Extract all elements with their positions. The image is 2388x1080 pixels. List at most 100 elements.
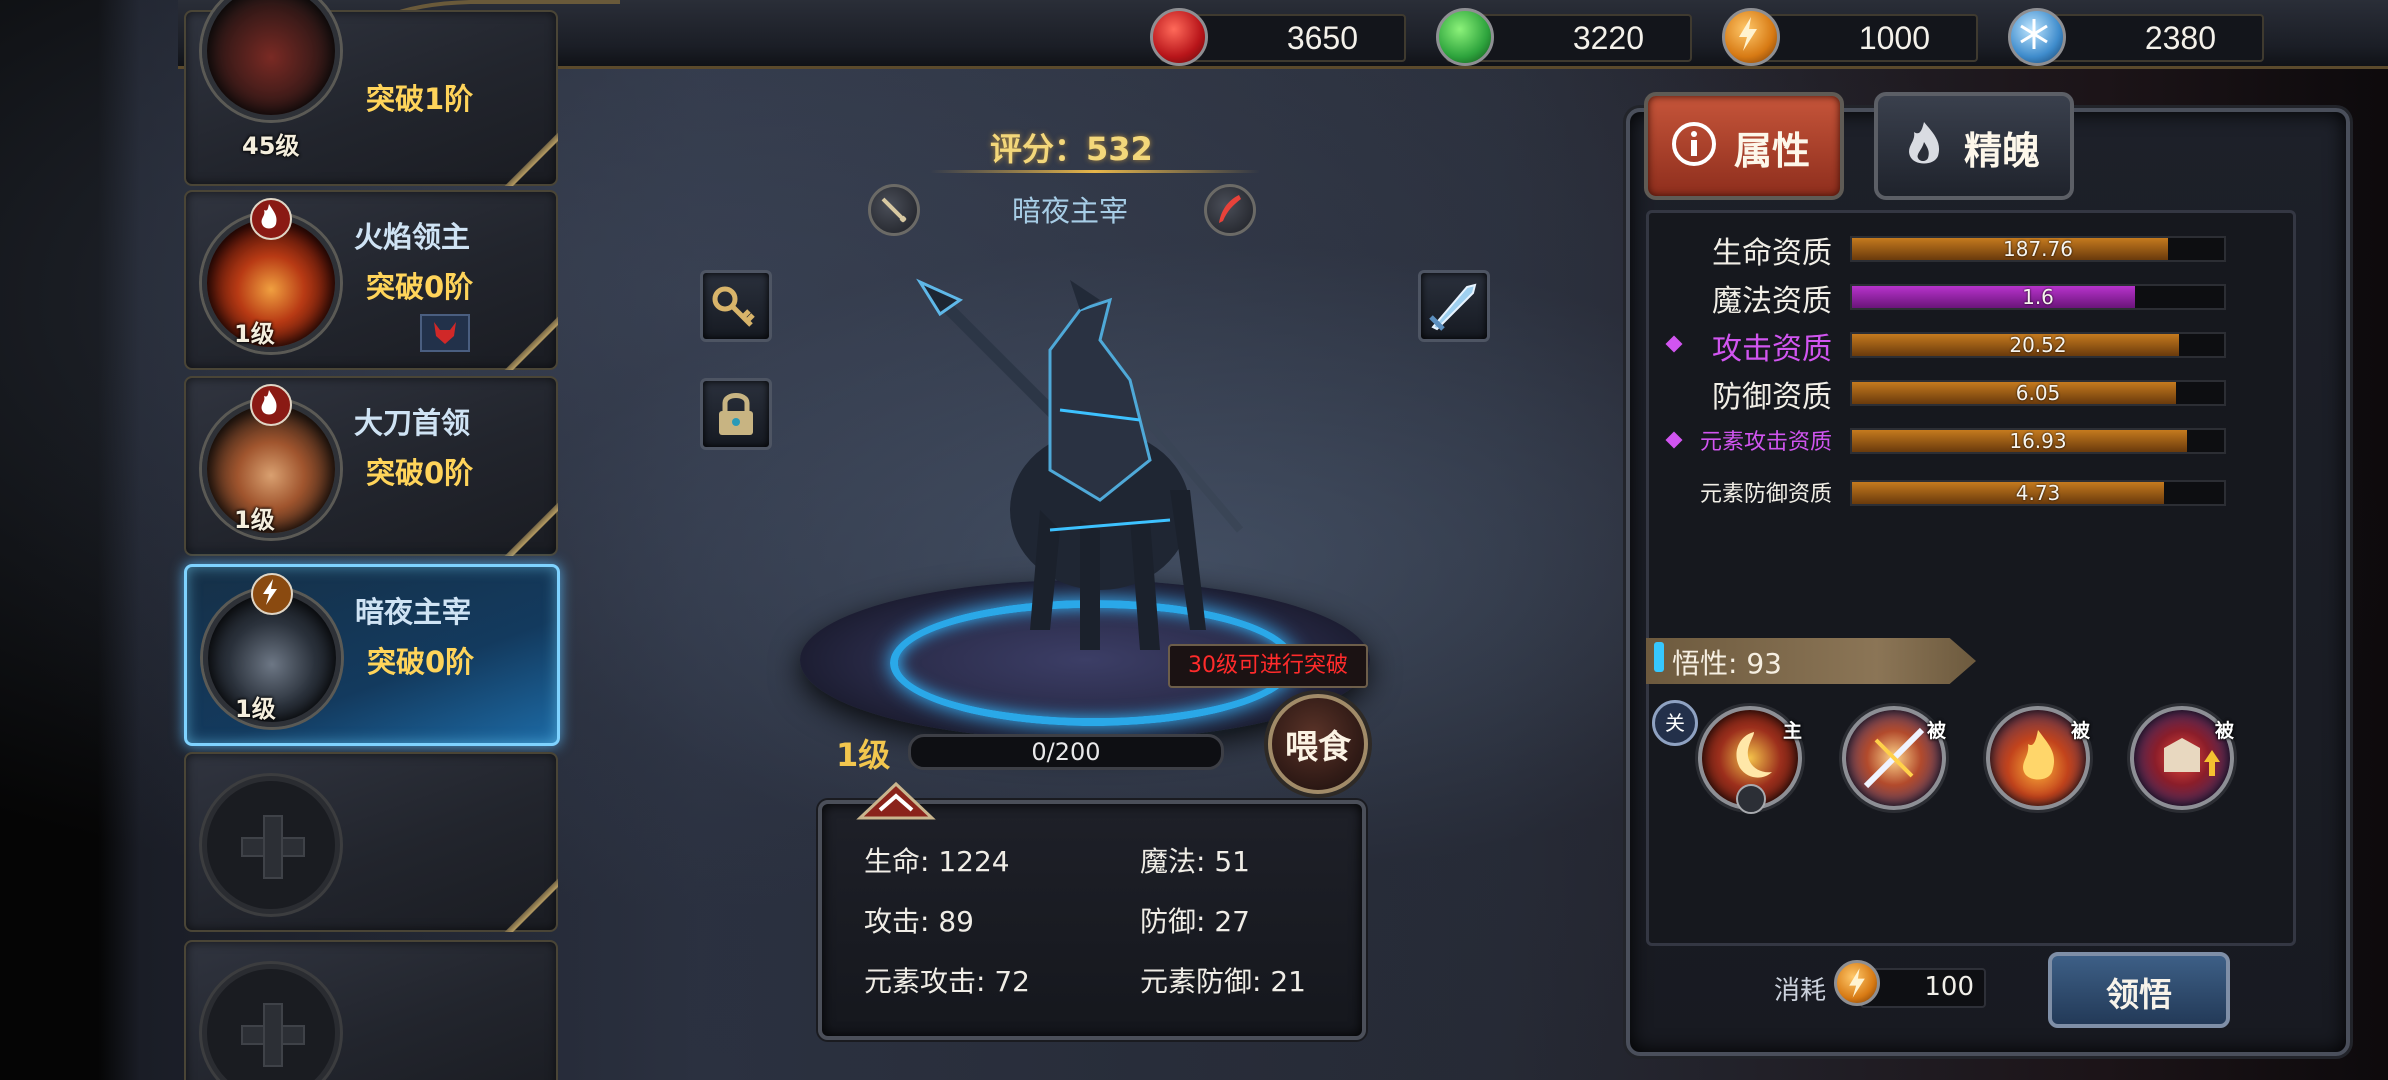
pet-card[interactable]: 突破1阶 45级 — [184, 0, 558, 186]
pet-card-selected[interactable]: 暗夜主宰 突破0阶 1级 — [184, 564, 560, 746]
red-gem-icon — [1150, 8, 1208, 66]
pet-stage: 突破0阶 — [366, 456, 474, 490]
moon-skill-icon[interactable]: 主 — [1698, 706, 1802, 814]
pet-level: 1级 — [234, 320, 275, 348]
red-gem-value: 3650 — [1286, 20, 1358, 56]
info-icon — [1672, 122, 1716, 166]
energy-value: 1000 — [1858, 20, 1930, 56]
comprehend-label: 领悟 — [2106, 975, 2172, 1014]
fire-icon — [250, 384, 292, 426]
pet-level: 1级 — [234, 506, 275, 534]
aptitude-value: 16.93 — [2009, 429, 2067, 453]
pet-level: 45级 — [242, 132, 300, 160]
pet-name-title: 暗夜主宰 — [1012, 194, 1129, 228]
energy-icon — [1722, 8, 1780, 66]
aptitude-value: 20.52 — [2009, 333, 2067, 357]
stat-elem-atk: 元素攻击: 72 — [864, 965, 1030, 998]
aptitude-bar: 187.76 — [1850, 236, 2226, 262]
xp-bar: 0/200 — [908, 734, 1224, 770]
weapon-button[interactable] — [1418, 270, 1490, 342]
tab-soul[interactable]: 精魄 — [1874, 92, 2074, 200]
aptitude-label: 元素攻击资质 — [1699, 430, 1832, 455]
skill-type-tag: 被 — [2214, 720, 2234, 742]
skill-type-tag: 被 — [1926, 720, 1946, 742]
break-requirement-tip: 30级可进行突破 — [1168, 644, 1368, 688]
energy-icon — [1834, 960, 1880, 1006]
ice-crystal-icon — [2008, 8, 2066, 66]
shield-up-skill-icon[interactable]: 被 — [2130, 706, 2234, 810]
pet-stage: 突破0阶 — [367, 645, 475, 679]
add-pet-slot — [202, 776, 340, 914]
skill-toggle-button[interactable]: 关 — [1652, 700, 1698, 746]
aptitude-label: 魔法资质 — [1712, 284, 1832, 319]
score-underline — [930, 170, 1260, 173]
stat-hp: 生命: 1224 — [864, 845, 1010, 878]
card-corner-ornament — [498, 310, 558, 370]
cost-value: 100 — [1924, 972, 1974, 1002]
comprehend-button[interactable]: 领悟 — [2048, 952, 2230, 1028]
pet-model[interactable] — [900, 270, 1280, 690]
aptitude-bar: 4.73 — [1850, 480, 2226, 506]
empty-pet-slot[interactable] — [184, 752, 558, 932]
insight-banner: 悟性: 93 — [1646, 638, 1976, 684]
pet-level-label: 1级 — [836, 736, 891, 774]
cost-label: 消耗 — [1774, 976, 1827, 1006]
lock-button[interactable] — [700, 378, 772, 450]
pet-stage: 突破0阶 — [366, 270, 474, 304]
feed-label: 喂食 — [1285, 727, 1351, 766]
key-button[interactable] — [700, 270, 772, 342]
pet-name: 大刀首领 — [354, 406, 471, 440]
pet-level: 1级 — [235, 695, 276, 723]
pet-stats-panel: 生命: 1224 魔法: 51 攻击: 89 防御: 27 元素攻击: 72 元… — [818, 800, 1366, 1040]
game-screen: 宠物 3650 3220 1000 2380 突破1阶 45级 火焰领主 突破0… — [0, 0, 2388, 1080]
aptitude-label: 攻击资质 — [1712, 332, 1832, 367]
lightning-icon — [251, 573, 293, 615]
aptitude-bar: 1.6 — [1850, 284, 2226, 310]
sword-class-icon — [868, 184, 920, 236]
quill-icon[interactable] — [1204, 184, 1256, 236]
tab-soul-label: 精魄 — [1964, 129, 2041, 173]
pet-card[interactable]: 火焰领主 突破0阶 1级 — [184, 190, 558, 370]
aptitude-label: 防御资质 — [1712, 380, 1832, 415]
flame-skill-icon[interactable]: 被 — [1986, 706, 2090, 810]
pet-stage: 突破1阶 — [366, 82, 474, 116]
flame-icon — [1909, 122, 1940, 164]
skill-type-tag: 主 — [1782, 720, 1802, 742]
demon-mark-icon — [420, 314, 470, 352]
pet-portrait — [202, 0, 340, 120]
stat-atk: 攻击: 89 — [864, 905, 974, 938]
attribute-panel-inner — [1646, 210, 2296, 946]
key-icon — [712, 286, 755, 327]
feed-button[interactable]: 喂食 — [1268, 694, 1368, 794]
pet-name: 暗夜主宰 — [355, 595, 472, 629]
pet-score: 评分：532 — [990, 130, 1153, 168]
aptitude-label: 元素防御资质 — [1699, 482, 1832, 507]
aptitude-value: 1.6 — [2022, 285, 2054, 309]
dagger-icon — [1429, 283, 1477, 331]
aptitude-bar: 20.52 — [1850, 332, 2226, 358]
aptitude-value: 6.05 — [2015, 381, 2061, 405]
pet-name: 火焰领主 — [354, 220, 471, 254]
aptitude-label: 生命资质 — [1712, 236, 1832, 271]
sword-strike-skill-icon[interactable]: 被 — [1842, 706, 1946, 810]
empty-pet-slot[interactable] — [184, 940, 558, 1080]
add-pet-slot — [202, 964, 340, 1080]
fire-icon — [250, 198, 292, 240]
stat-elem-def: 元素防御: 21 — [1140, 965, 1306, 998]
lock-icon — [719, 393, 753, 435]
stat-mp: 魔法: 51 — [1140, 845, 1250, 878]
ice-crystal-value: 2380 — [2144, 20, 2216, 56]
skill-type-tag: 被 — [2070, 720, 2090, 742]
green-gem-value: 3220 — [1572, 20, 1644, 56]
tab-attributes[interactable]: 属性 — [1644, 92, 1844, 200]
aptitude-bar: 16.93 — [1850, 428, 2226, 454]
pet-card[interactable]: 大刀首领 突破0阶 1级 — [184, 376, 558, 556]
exclamation-icon — [1654, 642, 1664, 672]
tab-attributes-label: 属性 — [1734, 129, 1811, 173]
collapse-arrow-icon[interactable] — [856, 780, 936, 820]
xp-text: 0/200 — [1031, 738, 1101, 766]
stat-def: 防御: 27 — [1140, 905, 1250, 938]
insight-value: 悟性: 93 — [1672, 647, 1782, 680]
card-corner-ornament — [498, 126, 558, 186]
card-corner-ornament — [498, 496, 558, 556]
